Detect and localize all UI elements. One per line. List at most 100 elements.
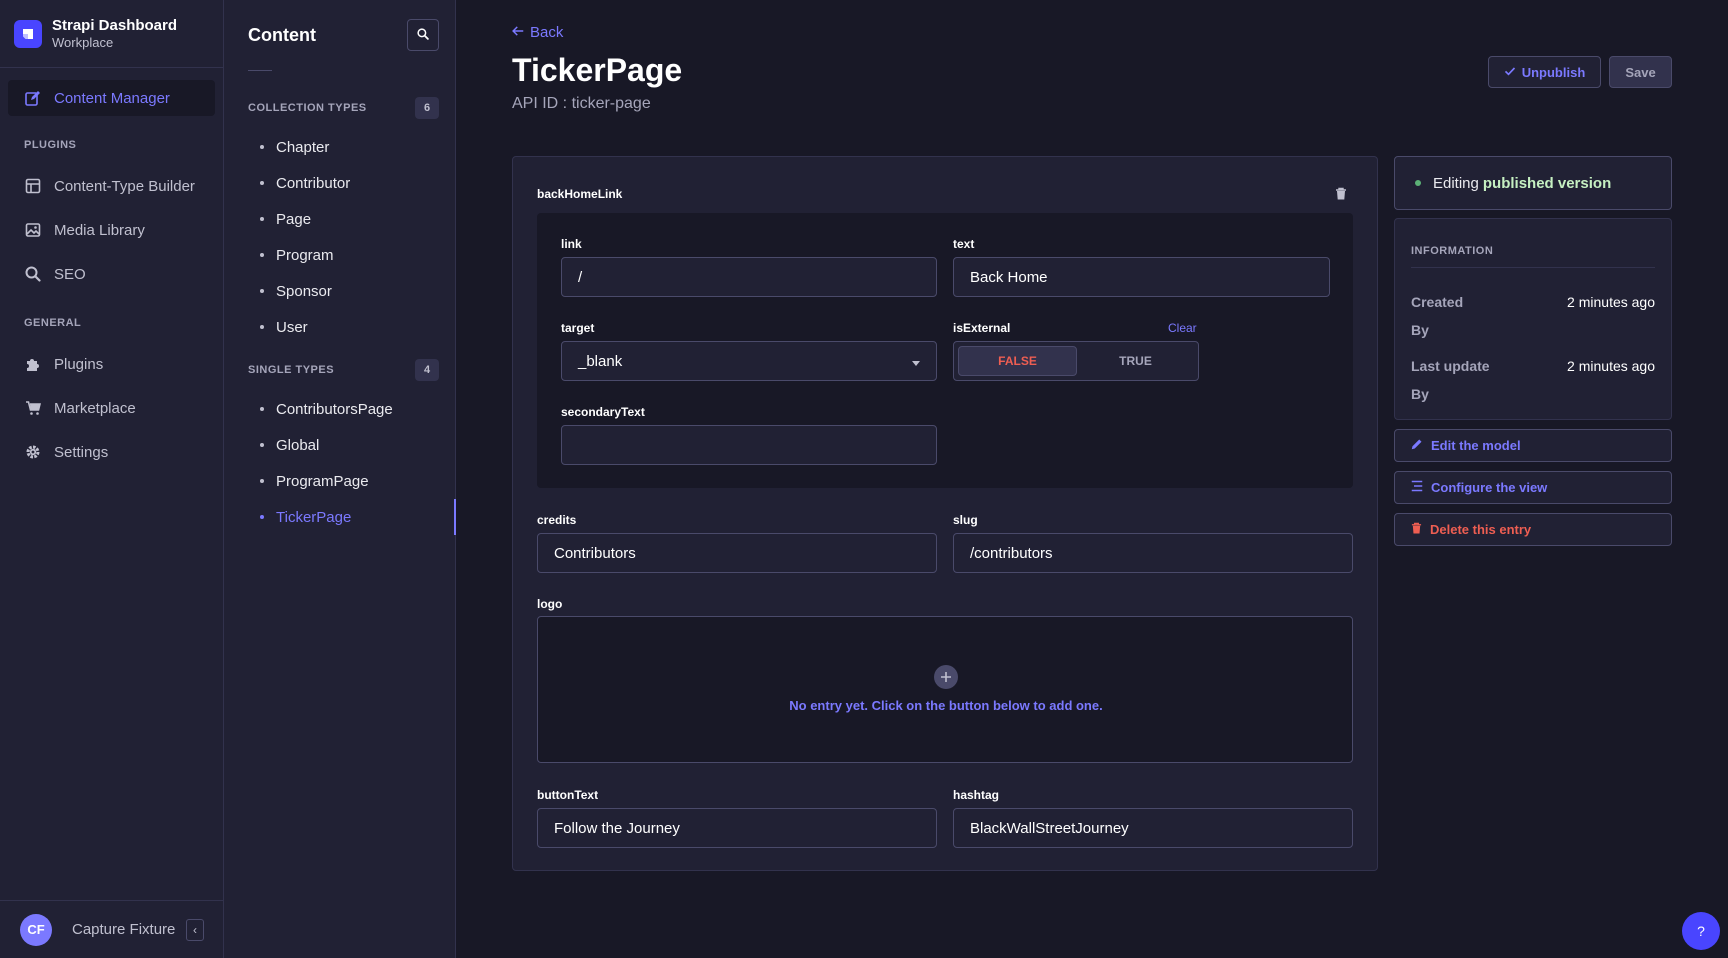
search-button[interactable]	[407, 19, 439, 51]
divider	[1411, 267, 1655, 268]
arrow-left-icon	[512, 24, 524, 41]
unpublish-label: Unpublish	[1521, 64, 1586, 80]
section-label: SINGLE TYPES	[248, 364, 335, 376]
text-label: text	[953, 237, 975, 251]
created-label: Created	[1411, 294, 1464, 310]
nav-section-general: GENERAL	[24, 317, 82, 329]
credits-input[interactable]	[537, 533, 937, 573]
layout-icon	[24, 177, 42, 195]
buttontext-label: buttonText	[537, 788, 599, 802]
nav-item-label: Content-Type Builder	[54, 177, 195, 195]
component-backhomelink: link text target _blank isExternal Clear…	[537, 213, 1353, 488]
updated-by-label: By	[1411, 386, 1429, 402]
created-value: 2 minutes ago	[1567, 294, 1655, 310]
nav-item-content-manager[interactable]: Content Manager	[8, 80, 215, 116]
save-button[interactable]: Save	[1609, 56, 1672, 88]
logo-label: logo	[537, 597, 563, 611]
subnav-item-contributor[interactable]: Contributor	[224, 165, 455, 201]
brand-subtitle: Workplace	[52, 34, 114, 50]
empty-state-text: No entry yet. Click on the button below …	[789, 698, 1103, 713]
hashtag-input[interactable]	[953, 808, 1353, 848]
nav-item-seo[interactable]: SEO	[8, 256, 215, 292]
subnav-item-sponsor[interactable]: Sponsor	[224, 273, 455, 309]
subnav-item-contributorspage[interactable]: ContributorsPage	[224, 391, 455, 427]
component-label: backHomeLink	[537, 187, 623, 201]
buttontext-input[interactable]	[537, 808, 937, 848]
count-badge: 4	[415, 359, 439, 381]
nav-item-marketplace[interactable]: Marketplace	[8, 390, 215, 426]
edit-model-label: Edit the model	[1431, 438, 1521, 453]
subnav-item-tickerpage[interactable]: TickerPage	[224, 499, 456, 535]
subnav-item-global[interactable]: Global	[224, 427, 455, 463]
caret-down-icon	[912, 353, 920, 370]
avatar[interactable]: CF	[20, 913, 52, 946]
subnav-item-programpage[interactable]: ProgramPage	[224, 463, 455, 499]
toggle-true-option[interactable]: TRUE	[1077, 346, 1194, 376]
nav-item-media-library[interactable]: Media Library	[8, 212, 215, 248]
credits-label: credits	[537, 513, 577, 527]
plus-icon	[941, 669, 951, 685]
slug-input[interactable]	[953, 533, 1353, 573]
delete-component-button[interactable]	[1335, 187, 1347, 203]
nav-item-label: Media Library	[54, 221, 145, 239]
link-input[interactable]	[561, 257, 937, 297]
user-footer: CF Capture Fixture ‹	[0, 900, 224, 958]
subnav-title: Content	[248, 24, 316, 45]
nav-item-label: Content Manager	[54, 89, 170, 107]
divider	[248, 70, 272, 71]
subnav-item-program[interactable]: Program	[224, 237, 455, 273]
secondarytext-input[interactable]	[561, 425, 937, 465]
nav-item-label: Marketplace	[54, 399, 136, 417]
add-entry-button[interactable]	[934, 665, 958, 689]
status-prefix: Editing	[1433, 174, 1479, 192]
target-selected-value: _blank	[578, 352, 623, 370]
subnav-item-page[interactable]: Page	[224, 201, 455, 237]
delete-entry-button[interactable]: Delete this entry	[1394, 513, 1672, 546]
hashtag-label: hashtag	[953, 788, 1000, 802]
collapse-nav-button[interactable]: ‹	[186, 918, 204, 941]
clear-link[interactable]: Clear	[1168, 321, 1197, 335]
isexternal-toggle: FALSE TRUE	[953, 341, 1199, 381]
back-link[interactable]: Back	[512, 24, 563, 41]
image-icon	[24, 221, 42, 239]
toggle-false-option[interactable]: FALSE	[958, 346, 1077, 376]
nav-item-label: SEO	[54, 265, 86, 283]
brand[interactable]: Strapi Dashboard Workplace	[0, 0, 223, 68]
subnav-item-chapter[interactable]: Chapter	[224, 129, 455, 165]
pencil-square-icon	[24, 89, 42, 107]
nav-item-settings[interactable]: Settings	[8, 434, 215, 470]
collection-types-header[interactable]: COLLECTION TYPES 6	[224, 97, 455, 119]
logo-empty-dropzone: No entry yet. Click on the button below …	[537, 616, 1353, 763]
last-update-value: 2 minutes ago	[1567, 358, 1655, 374]
target-label: target	[561, 321, 595, 335]
target-select[interactable]: _blank	[561, 341, 937, 381]
status-dot-icon	[1415, 180, 1421, 186]
slug-label: slug	[953, 513, 978, 527]
configure-view-button[interactable]: Configure the view	[1394, 471, 1672, 504]
trash-icon	[1335, 187, 1347, 203]
api-id: API ID : ticker-page	[512, 95, 651, 112]
help-button[interactable]: ?	[1682, 912, 1720, 950]
status-version: published version	[1482, 174, 1612, 192]
link-label: link	[561, 237, 582, 251]
unpublish-button[interactable]: Unpublish	[1488, 56, 1601, 88]
chevron-left-icon: ‹	[193, 922, 197, 937]
nav-item-plugins[interactable]: Plugins	[8, 346, 215, 382]
search-icon	[417, 27, 429, 43]
nav-item-content-type-builder[interactable]: Content-Type Builder	[8, 168, 215, 204]
text-input[interactable]	[953, 257, 1330, 297]
secondarytext-label: secondaryText	[561, 405, 645, 419]
list-icon	[1411, 480, 1423, 495]
subnav-item-user[interactable]: User	[224, 309, 455, 345]
search-icon	[24, 265, 42, 283]
edit-model-button[interactable]: Edit the model	[1394, 429, 1672, 462]
single-types-header[interactable]: SINGLE TYPES 4	[224, 359, 455, 381]
publish-status: Editing published version	[1394, 156, 1672, 210]
check-icon	[1504, 65, 1516, 80]
puzzle-icon	[24, 355, 42, 373]
configure-view-label: Configure the view	[1431, 480, 1548, 495]
page-title: TickerPage	[512, 52, 683, 88]
back-label: Back	[530, 24, 564, 41]
user-name[interactable]: Capture Fixture	[72, 921, 186, 938]
last-update-label: Last update	[1411, 358, 1490, 374]
